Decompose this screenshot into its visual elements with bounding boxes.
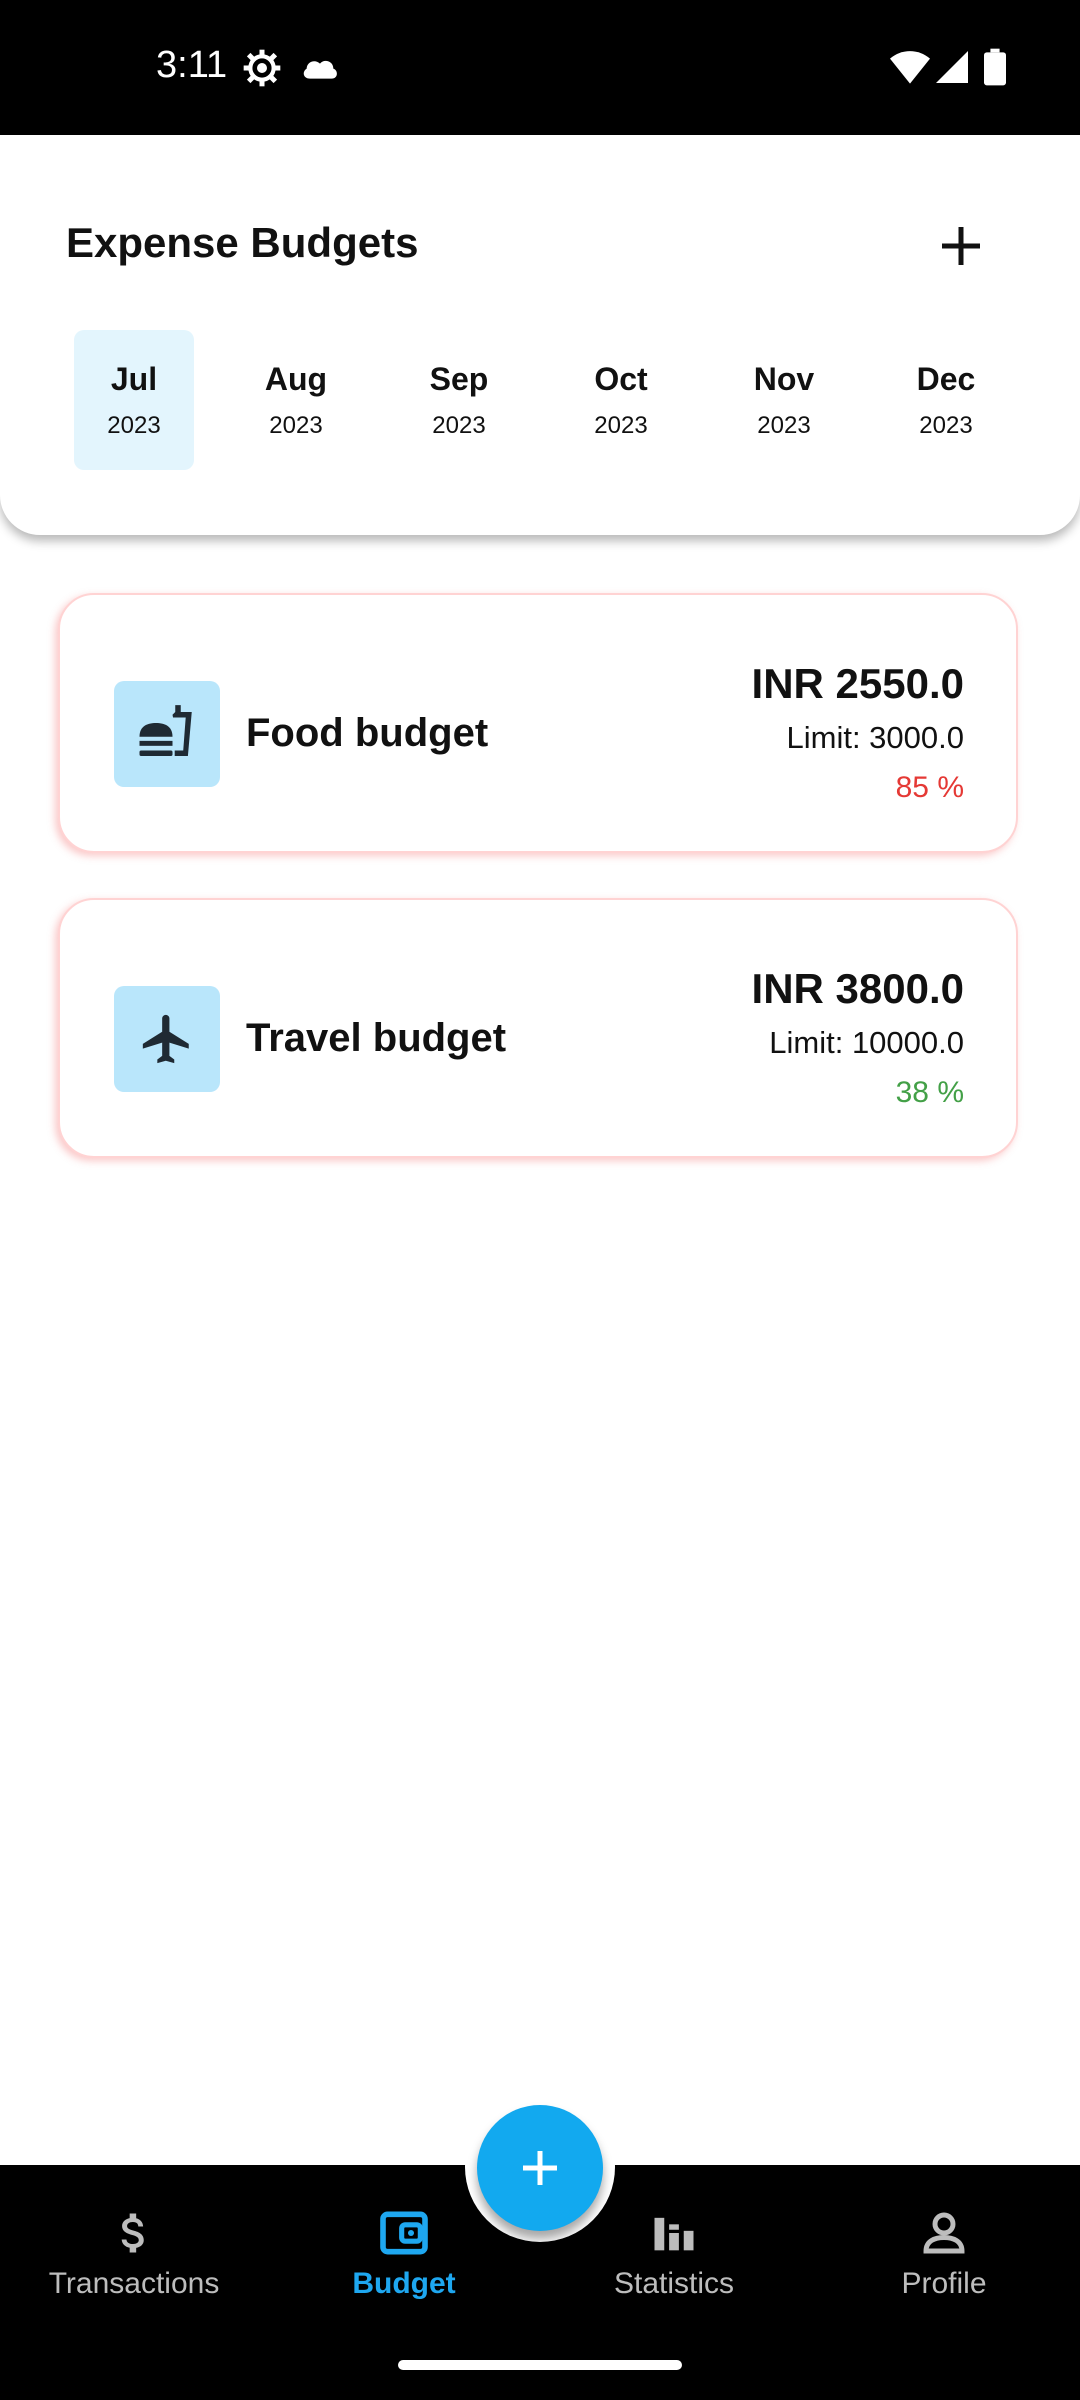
budget-summary: INR 2550.0 Limit: 3000.0 85 % [752,659,964,807]
cell-signal-icon [936,50,968,89]
nav-label: Transactions [48,2267,220,2300]
budget-name: Food budget [246,711,489,755]
budget-limit: Limit: 3000.0 [786,720,965,755]
month-item-nov[interactable]: Nov 2023 [724,330,844,470]
budget-percent: 85 % [895,771,964,804]
month-item-oct[interactable]: Oct 2023 [561,330,681,470]
plus-icon [523,2151,557,2185]
budget-summary: INR 3800.0 Limit: 10000.0 38 % [752,964,964,1112]
nav-item-statistics[interactable]: Statistics [574,2205,774,2301]
month-year: 2023 [269,411,323,439]
month-year: 2023 [432,411,486,439]
budget-name: Travel budget [246,1016,507,1060]
nav-item-transactions[interactable]: Transactions [34,2205,234,2301]
budget-card-food[interactable]: Food budget INR 2550.0 Limit: 3000.0 85 … [58,593,1018,853]
dollar-icon [121,2213,144,2253]
month-item-aug[interactable]: Aug 2023 [236,330,356,470]
month-selector: Jul 2023 Aug 2023 Sep 2023 Oct 2023 Nov … [0,330,1080,470]
nav-label: Budget [352,2267,456,2300]
person-icon [923,2212,965,2254]
month-name: Dec [916,360,976,397]
status-time: 3:11 [156,44,228,86]
month-item-jul[interactable]: Jul 2023 [74,330,194,470]
nav-item-budget[interactable]: Budget [304,2205,504,2301]
wallet-icon [380,2211,428,2255]
month-name: Nov [753,360,815,397]
airplane-icon [142,1014,189,1064]
month-item-dec[interactable]: Dec 2023 [886,330,1006,470]
budget-card-travel[interactable]: Travel budget INR 3800.0 Limit: 10000.0 … [58,898,1018,1158]
month-name: Jul [110,360,158,397]
month-item-sep[interactable]: Sep 2023 [399,330,519,470]
month-year: 2023 [919,411,973,439]
wifi-icon [890,50,930,89]
budget-percent: 38 % [895,1076,964,1109]
month-name: Sep [429,360,489,397]
cloud-icon [300,52,340,87]
header-card: Expense Budgets Jul 2023 Aug 2023 Sep 20… [0,135,1080,535]
bar-chart-icon [654,2217,694,2251]
month-year: 2023 [594,411,648,439]
status-bar: 3:11 [0,0,1080,135]
budget-amount: INR 2550.0 [751,660,964,707]
nav-label: Statistics [613,2267,735,2300]
gesture-navigation-bar [398,2360,682,2370]
month-name: Aug [264,360,328,397]
add-transaction-fab[interactable] [477,2105,603,2231]
nav-item-profile[interactable]: Profile [844,2205,1044,2301]
plus-icon [942,227,980,265]
page-title: Expense Budgets [66,219,419,266]
budget-amount: INR 3800.0 [751,965,964,1012]
month-year: 2023 [107,411,161,439]
budget-icon-box [114,681,220,787]
budget-limit: Limit: 10000.0 [769,1025,964,1060]
month-name: Oct [594,360,648,397]
nav-label: Profile [901,2267,987,2300]
settings-gear-icon [242,48,282,93]
add-budget-button[interactable] [920,205,1002,287]
battery-icon [984,48,1006,91]
budget-icon-box [114,986,220,1092]
fastfood-icon [139,705,192,756]
month-year: 2023 [757,411,811,439]
